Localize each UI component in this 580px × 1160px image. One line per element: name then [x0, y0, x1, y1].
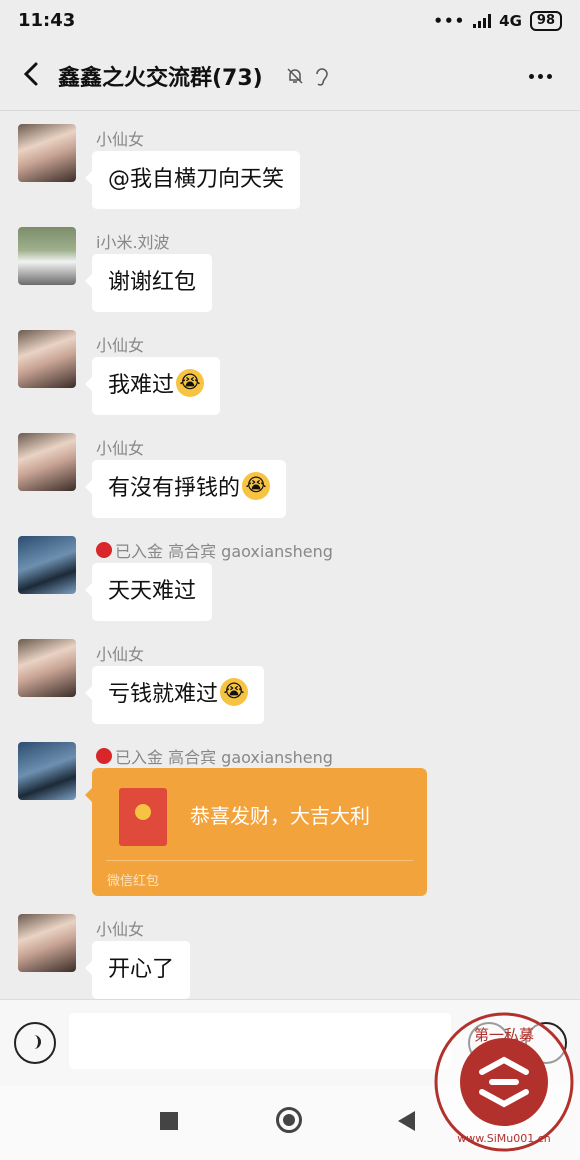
blue-avatar[interactable]: [18, 742, 76, 800]
girl-avatar[interactable]: [18, 433, 76, 491]
message-bubble[interactable]: 我难过 😭: [84, 357, 221, 415]
message-text: 天天难过: [108, 579, 197, 604]
watermark-bottom-text: www.SiMu001.cn: [457, 1132, 551, 1145]
signal-icon: [473, 14, 492, 28]
battery-indicator: 98: [529, 11, 562, 31]
home-icon[interactable]: [276, 1107, 302, 1133]
notification-dots-icon: •••: [433, 12, 466, 30]
man-avatar[interactable]: [18, 227, 76, 285]
sender-name: i小米.刘波: [96, 233, 170, 252]
voice-input-icon[interactable]: [14, 1022, 56, 1064]
message-bubble[interactable]: 有沒有掙钱的 😭: [84, 460, 287, 518]
system-back-icon[interactable]: [398, 1111, 415, 1131]
red-packet-label: 微信红包: [107, 874, 160, 889]
message-bubble[interactable]: 谢谢红包: [84, 254, 213, 312]
message-bubble[interactable]: 天天难过: [84, 563, 213, 621]
message-input[interactable]: [69, 1013, 451, 1069]
message-text: @我自横刀向天笑: [108, 167, 285, 192]
group-title: 鑫鑫之火交流群(73): [58, 66, 263, 91]
red-dot-icon: [96, 542, 112, 558]
girl-avatar[interactable]: [18, 639, 76, 697]
chat-header: 鑫鑫之火交流群(73): [0, 42, 580, 111]
crying-emoji-icon: 😭: [242, 472, 271, 500]
girl-avatar[interactable]: [18, 914, 76, 972]
sender-name: 小仙女: [96, 645, 145, 664]
blue-avatar[interactable]: [18, 536, 76, 594]
crying-emoji-icon: 😭: [176, 369, 205, 397]
red-packet-greeting: 恭喜发财，大吉大利: [190, 804, 370, 828]
crying-emoji-icon: 😭: [220, 678, 249, 706]
sender-name: 已入金 高合宾 gaoxiansheng: [96, 744, 333, 768]
more-options-icon[interactable]: [529, 74, 552, 79]
red-envelope-icon: [119, 788, 167, 846]
status-icons: ••• 4G 98: [433, 11, 562, 31]
message-text: 谢谢红包: [108, 270, 197, 295]
watermark-top-text: 第一私募: [474, 1026, 534, 1044]
sender-name: 已入金 高合宾 gaoxiansheng: [96, 538, 333, 562]
girl-avatar[interactable]: [18, 124, 76, 182]
watermark-seal: 第一私募 www.SiMu001.cn: [434, 1012, 574, 1152]
sender-name: 小仙女: [96, 439, 145, 458]
sender-name: 小仙女: [96, 336, 145, 355]
message-bubble[interactable]: 亏钱就难过 😭: [84, 666, 265, 724]
message-bubble[interactable]: @我自横刀向天笑: [84, 151, 301, 209]
message-text: 亏钱就难过: [108, 682, 219, 707]
recent-apps-icon[interactable]: [160, 1112, 178, 1130]
sender-name: 小仙女: [96, 920, 145, 939]
red-dot-icon: [96, 748, 112, 764]
message-text: 开心了: [108, 957, 175, 982]
message-text: 有沒有掙钱的: [108, 476, 241, 501]
ear-icon: [316, 68, 328, 86]
status-bar: 11:43 ••• 4G 98: [0, 0, 580, 42]
message-text: 我难过: [108, 373, 175, 398]
girl-avatar[interactable]: [18, 330, 76, 388]
mute-bell-icon: [287, 68, 303, 84]
message-list[interactable]: 小仙女 @我自横刀向天笑 i小米.刘波 谢谢红包 小仙女 我难过 😭 小仙女 有沒…: [0, 111, 580, 999]
back-icon[interactable]: [18, 56, 46, 92]
red-packet[interactable]: 恭喜发财，大吉大利 微信红包: [85, 768, 427, 896]
message-bubble[interactable]: 开心了: [84, 941, 191, 999]
divider: [106, 860, 413, 861]
status-time: 11:43: [18, 10, 76, 31]
network-type: 4G: [499, 12, 522, 30]
sender-name: 小仙女: [96, 130, 145, 149]
